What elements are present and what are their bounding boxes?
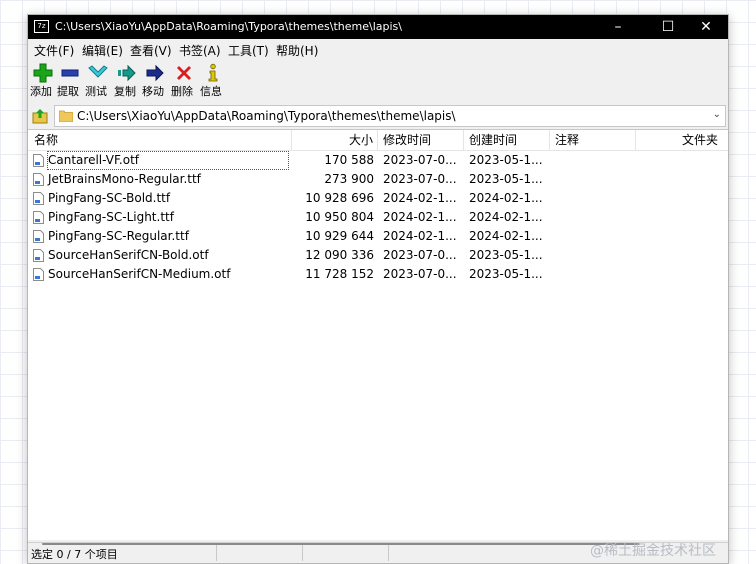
file-list[interactable]: 名称 大小 修改时间 创建时间 注释 文件夹 Cantarell-VF.otf 1…: [28, 129, 728, 541]
selection-status: 选定 0 / 7 个项目: [31, 548, 118, 561]
address-bar: C:\Users\XiaoYu\AppData\Roaming\Typora\t…: [28, 105, 728, 127]
file-row[interactable]: PingFang-SC-Regular.ttf 10 929 644 2024-02…: [28, 227, 728, 246]
file-row[interactable]: PingFang-SC-Light.ttf 10 950 804 2024-02-1…: [28, 208, 728, 227]
toolbar: 添加 提取 测试 复制 移动 删除 信息: [28, 61, 728, 101]
move-label: 移动: [142, 85, 164, 98]
info-label: 信息: [200, 85, 222, 98]
move-button[interactable]: 移动: [142, 61, 168, 101]
menu-bookmarks[interactable]: 书签(A): [179, 42, 221, 59]
file-row[interactable]: Cantarell-VF.otf 170 588 2023-07-0... 2023-…: [28, 151, 728, 170]
copy-label: 复制: [114, 85, 136, 98]
file-row[interactable]: SourceHanSerifCN-Bold.otf 12 090 336 2023-…: [28, 246, 728, 265]
file-size: 273 900: [324, 172, 374, 186]
info-button[interactable]: 信息: [200, 61, 226, 101]
menu-bar: 文件(F) 编辑(E) 查看(V) 书签(A) 工具(T) 帮助(H): [28, 39, 728, 59]
file-size: 10 950 804: [305, 210, 374, 224]
file-size: 170 588: [324, 153, 374, 167]
column-header: 名称 大小 修改时间 创建时间 注释 文件夹: [28, 130, 728, 151]
menu-file[interactable]: 文件(F): [34, 42, 74, 59]
add-label: 添加: [30, 85, 52, 98]
test-button[interactable]: 测试: [85, 61, 111, 101]
file-icon: [33, 192, 44, 205]
extract-button[interactable]: 提取: [57, 61, 83, 101]
column-modified[interactable]: 修改时间: [378, 130, 464, 150]
file-name: PingFang-SC-Regular.ttf: [48, 229, 189, 243]
file-modified: 2024-02-1...: [383, 210, 457, 224]
test-label: 测试: [85, 85, 107, 98]
file-modified: 2024-02-1...: [383, 191, 457, 205]
chevron-down-icon[interactable]: ⌄: [713, 109, 721, 120]
file-icon: [33, 249, 44, 262]
up-folder-icon[interactable]: [32, 108, 48, 124]
file-modified: 2023-07-0...: [383, 248, 457, 262]
menu-help[interactable]: 帮助(H): [276, 42, 318, 59]
file-name: JetBrainsMono-Regular.ttf: [48, 172, 201, 186]
minimize-button[interactable]: –: [596, 15, 640, 39]
file-size: 10 929 644: [305, 229, 374, 243]
file-created: 2024-02-1...: [469, 210, 543, 224]
delete-label: 删除: [171, 85, 193, 98]
file-row[interactable]: SourceHanSerifCN-Medium.otf 11 728 152 202…: [28, 265, 728, 284]
watermark: @稀土掘金技术社区: [590, 543, 716, 559]
column-size[interactable]: 大小: [292, 130, 378, 150]
app-icon: 7z: [34, 20, 49, 33]
file-created: 2023-05-1...: [469, 172, 543, 186]
extract-icon: [61, 69, 79, 77]
status-divider: [216, 545, 217, 561]
file-created: 2024-02-1...: [469, 229, 543, 243]
file-size: 12 090 336: [305, 248, 374, 262]
file-modified: 2023-07-0...: [383, 172, 457, 186]
file-name: PingFang-SC-Bold.ttf: [48, 191, 171, 205]
file-icon: [33, 154, 44, 167]
folder-icon: [59, 110, 73, 122]
file-name: Cantarell-VF.otf: [47, 151, 289, 170]
file-created: 2023-05-1...: [469, 248, 543, 262]
file-name: SourceHanSerifCN-Medium.otf: [48, 267, 231, 281]
file-size: 11 728 152: [305, 267, 374, 281]
file-created: 2023-05-1...: [469, 153, 543, 167]
menu-edit[interactable]: 编辑(E): [82, 42, 123, 59]
title-bar[interactable]: 7z C:\Users\XiaoYu\AppData\Roaming\Typor…: [28, 15, 728, 39]
file-modified: 2023-07-0...: [383, 153, 457, 167]
address-field[interactable]: C:\Users\XiaoYu\AppData\Roaming\Typora\t…: [54, 105, 726, 127]
column-comment[interactable]: 注释: [550, 130, 636, 150]
copy-button[interactable]: 复制: [114, 61, 140, 101]
file-icon: [33, 211, 44, 224]
status-divider: [388, 545, 389, 561]
file-size: 10 928 696: [305, 191, 374, 205]
window-title: C:\Users\XiaoYu\AppData\Roaming\Typora\t…: [55, 20, 402, 33]
file-row[interactable]: JetBrainsMono-Regular.ttf 273 900 2023-07-…: [28, 170, 728, 189]
file-created: 2023-05-1...: [469, 267, 543, 281]
column-created[interactable]: 创建时间: [464, 130, 550, 150]
column-folder[interactable]: 文件夹: [636, 130, 728, 150]
test-icon: [88, 65, 108, 78]
add-icon: [33, 63, 53, 83]
column-name[interactable]: 名称: [28, 130, 292, 150]
status-divider: [302, 545, 303, 561]
file-modified: 2023-07-0...: [383, 267, 457, 281]
move-icon: [146, 64, 164, 82]
file-icon: [33, 173, 44, 186]
file-icon: [33, 268, 44, 281]
file-row[interactable]: PingFang-SC-Bold.ttf 10 928 696 2024-02-1.…: [28, 189, 728, 208]
file-created: 2024-02-1...: [469, 191, 543, 205]
delete-icon: [177, 66, 191, 80]
menu-view[interactable]: 查看(V): [130, 42, 172, 59]
copy-icon: [118, 64, 136, 82]
menu-tools[interactable]: 工具(T): [228, 42, 269, 59]
file-icon: [33, 230, 44, 243]
extract-label: 提取: [57, 85, 79, 98]
file-modified: 2024-02-1...: [383, 229, 457, 243]
info-icon: [208, 63, 218, 82]
add-button[interactable]: 添加: [30, 61, 56, 101]
file-manager-window: 7z C:\Users\XiaoYu\AppData\Roaming\Typor…: [27, 14, 729, 564]
file-name: PingFang-SC-Light.ttf: [48, 210, 174, 224]
delete-button[interactable]: 删除: [171, 61, 197, 101]
address-path: C:\Users\XiaoYu\AppData\Roaming\Typora\t…: [77, 109, 456, 123]
file-name: SourceHanSerifCN-Bold.otf: [48, 248, 209, 262]
close-button[interactable]: ✕: [684, 15, 728, 39]
